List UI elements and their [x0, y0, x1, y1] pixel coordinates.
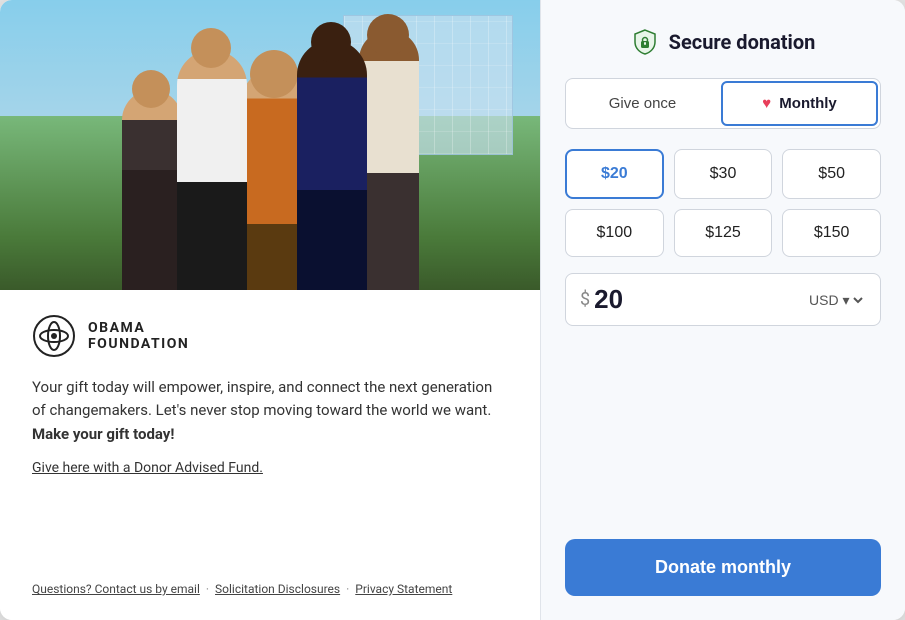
- description: Your gift today will empower, inspire, a…: [32, 376, 508, 446]
- monthly-tab-label: Monthly: [779, 95, 837, 112]
- person-4: [297, 40, 367, 290]
- sep-2: ·: [346, 582, 349, 596]
- photo-area: [0, 0, 540, 290]
- amount-btn-150[interactable]: $150: [782, 209, 881, 257]
- shield-lock-icon: [631, 28, 659, 56]
- contact-link[interactable]: Questions? Contact us by email: [32, 582, 200, 596]
- right-panel: Secure donation Give once ♥ Monthly $20 …: [540, 0, 905, 620]
- logo-area: OBAMA FOUNDATION: [32, 314, 508, 358]
- left-panel: OBAMA FOUNDATION Your gift today will em…: [0, 0, 540, 620]
- logo-text: OBAMA FOUNDATION: [88, 320, 189, 352]
- person-5: [359, 30, 419, 290]
- amount-btn-30[interactable]: $30: [674, 149, 773, 199]
- sep-1: ·: [206, 582, 209, 596]
- logo-sub: FOUNDATION: [88, 336, 189, 352]
- footer-links: Questions? Contact us by email · Solicit…: [32, 582, 508, 596]
- donor-link[interactable]: Give here with a Donor Advised Fund.: [32, 460, 508, 476]
- currency-symbol: $: [580, 289, 590, 310]
- amount-btn-125[interactable]: $125: [674, 209, 773, 257]
- cta-bold: Make your gift today!: [32, 425, 174, 443]
- logo-name: OBAMA: [88, 320, 189, 336]
- person-2: [177, 50, 247, 290]
- amount-btn-20[interactable]: $20: [565, 149, 664, 199]
- custom-amount-field: $ USD ▾: [565, 273, 881, 326]
- privacy-link[interactable]: Privacy Statement: [355, 582, 452, 596]
- donate-monthly-button[interactable]: Donate monthly: [565, 539, 881, 596]
- description-text: Your gift today will empower, inspire, a…: [32, 378, 492, 419]
- amount-btn-50[interactable]: $50: [782, 149, 881, 199]
- amount-input[interactable]: [594, 284, 805, 315]
- people-group: [0, 29, 540, 290]
- secure-donation-title: Secure donation: [669, 30, 816, 54]
- secure-header: Secure donation: [565, 28, 881, 56]
- give-once-tab[interactable]: Give once: [566, 79, 719, 128]
- monthly-tab[interactable]: ♥ Monthly: [721, 81, 878, 126]
- disclosures-link[interactable]: Solicitation Disclosures: [215, 582, 340, 596]
- currency-select[interactable]: USD ▾: [805, 291, 866, 309]
- frequency-tabs: Give once ♥ Monthly: [565, 78, 881, 129]
- heart-icon: ♥: [762, 95, 771, 112]
- logo-icon: [32, 314, 76, 358]
- main-container: OBAMA FOUNDATION Your gift today will em…: [0, 0, 905, 620]
- amount-btn-100[interactable]: $100: [565, 209, 664, 257]
- content-area: OBAMA FOUNDATION Your gift today will em…: [0, 290, 540, 620]
- amount-grid: $20 $30 $50 $100 $125 $150: [565, 149, 881, 257]
- person-1: [122, 90, 182, 290]
